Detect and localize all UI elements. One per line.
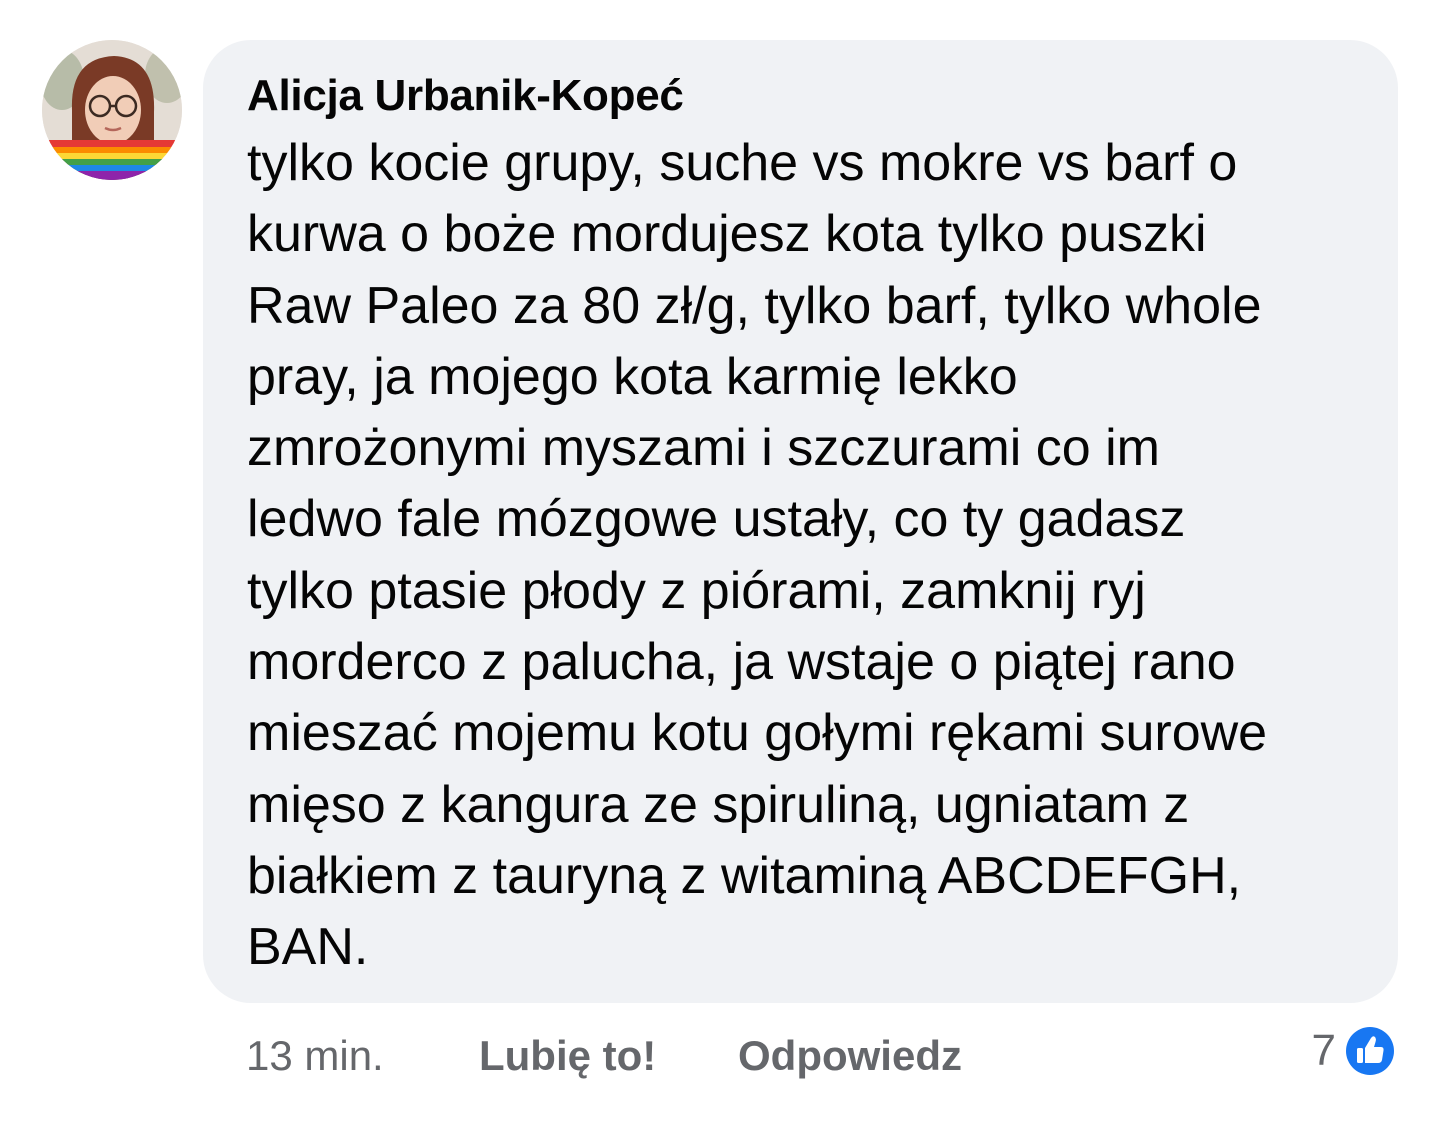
reply-button[interactable]: Odpowiedz bbox=[738, 1028, 962, 1084]
comment-line: BAN. bbox=[247, 918, 369, 977]
comment-bubble: Alicja Urbanik-Kopeć tylko kocie grupy, … bbox=[203, 40, 1398, 1003]
comment-line: kurwa o boże mordujesz kota tylko puszki bbox=[247, 205, 1207, 264]
comment-line: ledwo fale mózgowe ustały, co ty gadasz bbox=[247, 490, 1186, 549]
comment-line: tylko ptasie płody z piórami, zamknij ry… bbox=[247, 561, 1146, 620]
reaction-summary[interactable]: 7 bbox=[1312, 1022, 1398, 1080]
avatar-photo bbox=[42, 40, 182, 180]
comment-line: białkiem z tauryną z witaminą ABCDEFGH, bbox=[247, 846, 1242, 905]
reaction-count: 7 bbox=[1311, 1026, 1336, 1075]
comment-line: morderco z palucha, ja wstaje o piątej r… bbox=[247, 633, 1236, 692]
like-button[interactable]: Lubię to! bbox=[479, 1028, 656, 1084]
avatar[interactable] bbox=[42, 40, 182, 180]
comment-line: zmrożonymi myszami i szczurami co im bbox=[247, 419, 1160, 478]
comment-line: Raw Paleo za 80 zł/g, tylko barf, tylko … bbox=[247, 276, 1262, 335]
comment-line: pray, ja mojego kota karmię lekko bbox=[247, 347, 1018, 406]
comment-author[interactable]: Alicja Urbanik-Kopeć bbox=[247, 68, 1398, 124]
comment-timestamp[interactable]: 13 min. bbox=[246, 1028, 384, 1084]
comment-line: mięso z kangura ze spiruliną, ugniatam z bbox=[247, 775, 1190, 834]
comment-line: tylko kocie grupy, suche vs mokre vs bar… bbox=[247, 134, 1238, 192]
comment-text: tylko kocie grupy, suche vs mokre vs bar… bbox=[247, 128, 1387, 984]
thumbs-up-icon bbox=[1343, 1024, 1397, 1078]
comment-line: mieszać mojemu kotu gołymi rękami surowe bbox=[247, 704, 1268, 763]
comment-actions: 13 min. Lubię to! Odpowiedz bbox=[0, 1028, 1440, 1084]
